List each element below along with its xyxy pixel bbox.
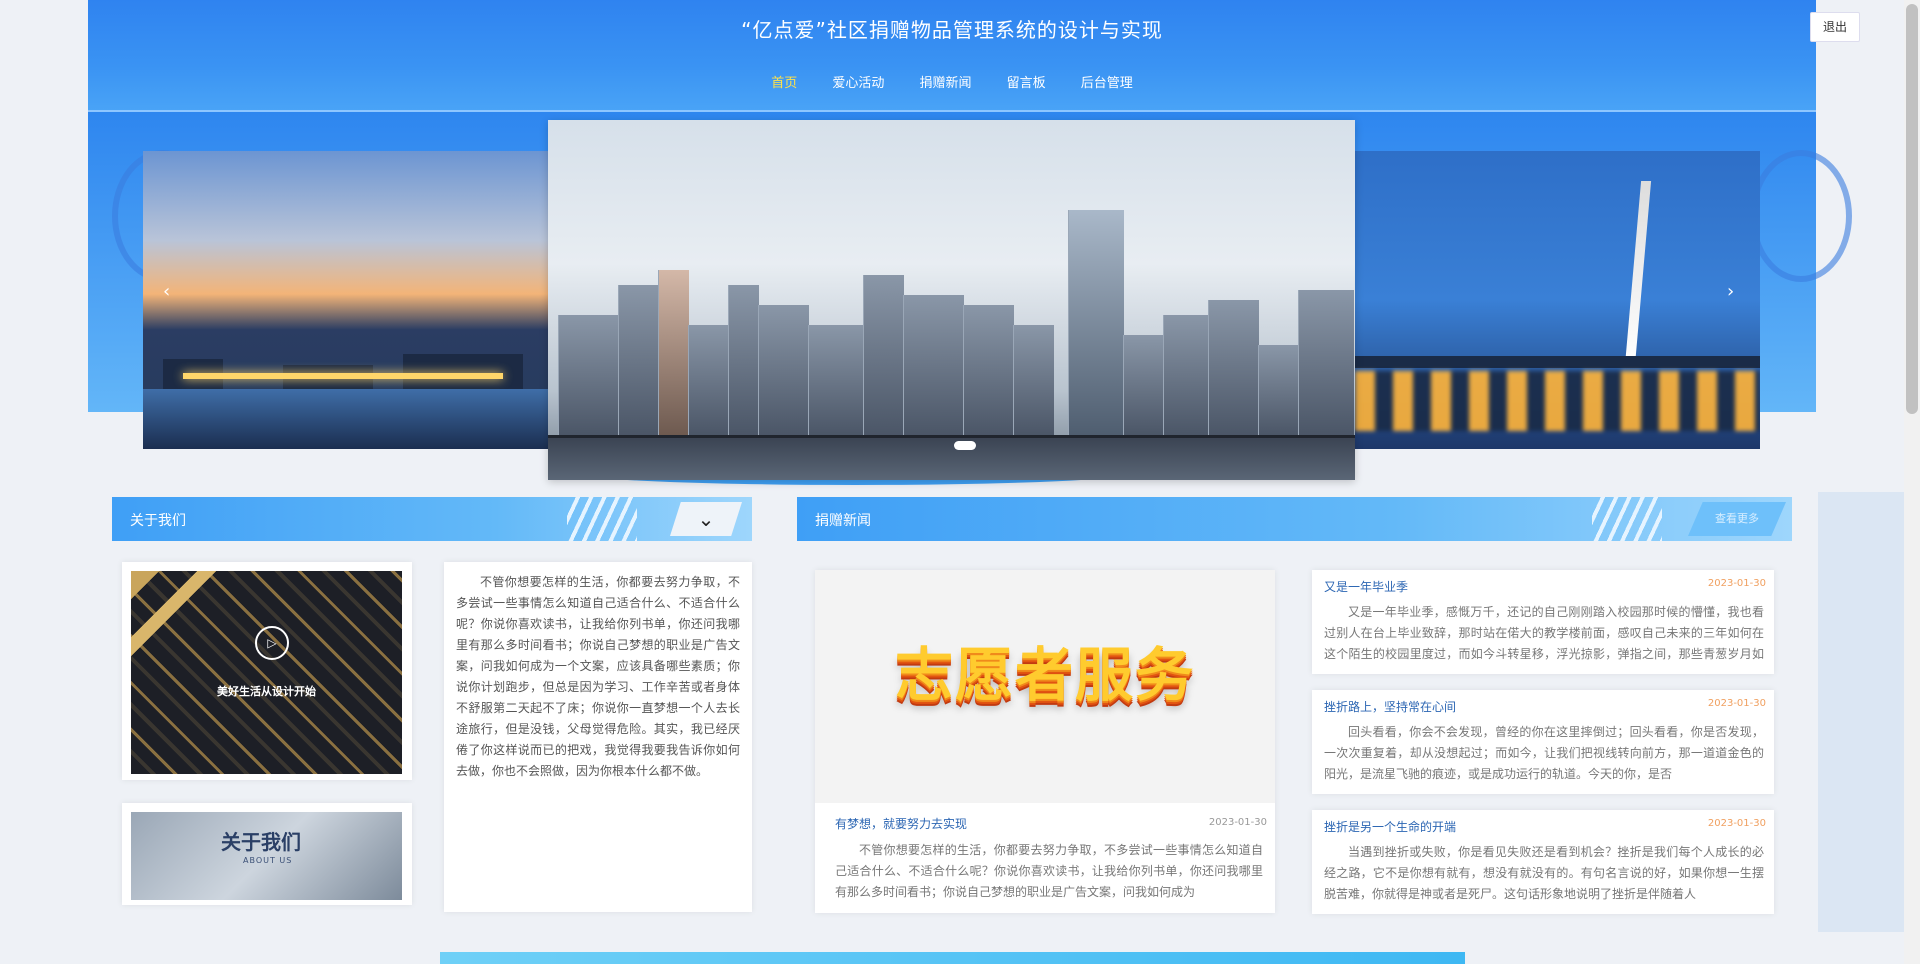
featured-news-date: 2023-01-30	[1208, 817, 1267, 828]
carousel-indicator-active[interactable]	[954, 441, 976, 450]
nav-item-activities[interactable]: 爱心活动	[832, 72, 884, 91]
logout-button[interactable]: 退出	[1810, 12, 1860, 42]
news-item-title[interactable]: 又是一年毕业季	[1324, 578, 1408, 595]
carousel-prev-icon[interactable]: ‹	[163, 281, 170, 302]
site-header: “亿点爱”社区捐赠物品管理系统的设计与实现 首页 爱心活动 捐赠新闻 留言板 后…	[88, 0, 1816, 110]
site-title: “亿点爱”社区捐赠物品管理系统的设计与实现	[741, 18, 1163, 42]
featured-news-card[interactable]: 志愿者服务 有梦想，就要努力去实现 2023-01-30 不管你想要怎样的生活，…	[815, 570, 1275, 913]
about-text-card: 不管你想要怎样的生活，你都要去努力争取，不多尝试一些事情怎么知道自己适合什么、不…	[444, 562, 752, 912]
next-section-header-edge	[440, 952, 1465, 964]
play-icon[interactable]: ▷	[255, 626, 289, 660]
news-item-text: 回头看看，你会不会发现，曾经的你在这里摔倒过；回头看看，你是否发现，一次次重复着…	[1324, 725, 1764, 781]
news-item-title[interactable]: 挫折路上，坚持常在心间	[1324, 698, 1456, 715]
news-item[interactable]: 挫折是另一个生命的开端 2023-01-30 当遇到挫折或失败，你是看见失败还是…	[1312, 810, 1774, 914]
about-banner-card: 关于我们 ABOUT US	[122, 803, 412, 905]
news-item-date: 2023-01-30	[1707, 818, 1766, 829]
about-section-header: 关于我们 ⌄	[112, 497, 752, 541]
chevron-down-icon[interactable]: ⌄	[670, 502, 742, 536]
about-text: 不管你想要怎样的生活，你都要去努力争取，不多尝试一些事情怎么知道自己适合什么、不…	[456, 575, 740, 778]
decor-arc-right	[1750, 150, 1852, 282]
about-video-caption: 美好生活从设计开始	[217, 685, 316, 698]
about-banner-image[interactable]: 关于我们 ABOUT US	[131, 812, 402, 900]
news-item-date: 2023-01-30	[1707, 698, 1766, 709]
news-item-date: 2023-01-30	[1707, 578, 1766, 589]
about-video-thumbnail[interactable]: ▷ 美好生活从设计开始	[131, 571, 402, 774]
carousel-next-icon[interactable]: ›	[1727, 281, 1734, 302]
nav-item-message-board[interactable]: 留言板	[1007, 72, 1046, 91]
news-item-title[interactable]: 挫折是另一个生命的开端	[1324, 818, 1456, 835]
news-header-title: 捐赠新闻	[815, 513, 871, 529]
about-banner-title: 关于我们	[221, 830, 301, 854]
about-header-title: 关于我们	[130, 513, 186, 529]
featured-news-image-text: 志愿者服务	[894, 641, 1195, 709]
nav-item-donation-news[interactable]: 捐赠新闻	[919, 72, 971, 91]
carousel-slide-next[interactable]: ›	[1355, 151, 1760, 449]
carousel-slide-active[interactable]	[548, 120, 1355, 480]
featured-news-title[interactable]: 有梦想，就要努力去实现	[835, 815, 967, 832]
nav-item-home[interactable]: 首页	[771, 72, 797, 91]
news-item-text: 当遇到挫折或失败，你是看见失败还是看到机会？挫折是我们每个人成长的必经之路，它不…	[1324, 845, 1764, 901]
news-item[interactable]: 挫折路上，坚持常在心间 2023-01-30 回头看看，你会不会发现，曾经的你在…	[1312, 690, 1774, 794]
news-more-link[interactable]: 查看更多	[1688, 502, 1786, 536]
carousel-slide-prev[interactable]: ‹	[143, 151, 548, 449]
featured-news-text: 不管你想要怎样的生活，你都要去努力争取，不多尝试一些事情怎么知道自己适合什么、不…	[835, 843, 1263, 899]
news-section-header: 捐赠新闻 查看更多	[797, 497, 1792, 541]
about-banner-subtitle: ABOUT US	[243, 856, 293, 865]
featured-news-image[interactable]: 志愿者服务	[815, 570, 1275, 803]
scrollbar-thumb[interactable]	[1906, 4, 1918, 414]
news-item[interactable]: 又是一年毕业季 2023-01-30 又是一年毕业季，感慨万千，还记的自己刚刚踏…	[1312, 570, 1774, 674]
news-item-text: 又是一年毕业季，感慨万千，还记的自己刚刚踏入校园那时候的懵懂，我也看过别人在台上…	[1324, 605, 1764, 661]
side-decoration	[1818, 492, 1904, 932]
about-video-card: ▷ 美好生活从设计开始	[122, 562, 412, 780]
nav-item-admin[interactable]: 后台管理	[1081, 72, 1133, 91]
main-nav: 首页 爱心活动 捐赠新闻 留言板 后台管理	[88, 72, 1816, 91]
